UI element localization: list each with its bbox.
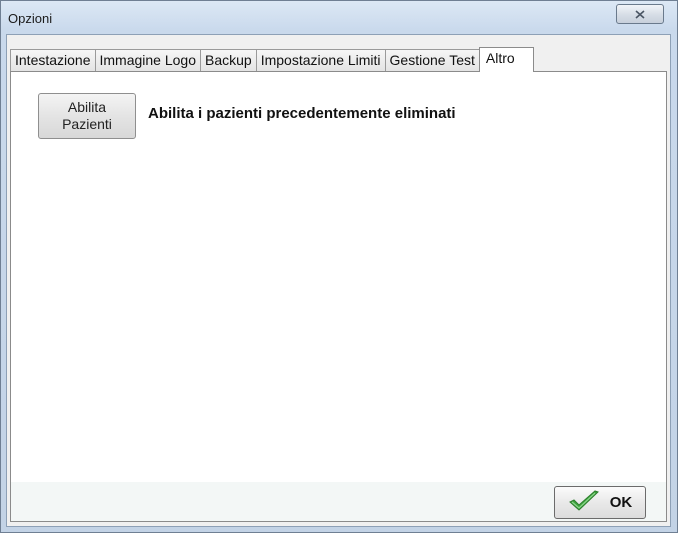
tab-impostazione-limiti[interactable]: Impostazione Limiti: [255, 49, 386, 71]
tab-panel-altro: Abilita Pazienti Abilita i pazienti prec…: [10, 71, 667, 522]
tab-gestione-test[interactable]: Gestione Test: [384, 49, 480, 71]
button-footer: OK: [11, 482, 666, 521]
close-button[interactable]: [616, 4, 664, 24]
options-window: Opzioni Intestazione Immagine Logo Backu…: [0, 0, 678, 533]
enable-button-line2: Pazienti: [62, 116, 112, 132]
dialog-body: Intestazione Immagine Logo Backup Impost…: [6, 34, 671, 527]
tab-strip: Intestazione Immagine Logo Backup Impost…: [10, 47, 534, 72]
tab-backup[interactable]: Backup: [200, 49, 257, 71]
enable-patients-description: Abilita i pazienti precedentemente elimi…: [148, 105, 456, 122]
window-title: Opzioni: [8, 11, 53, 26]
ok-label: OK: [609, 494, 633, 511]
close-icon: [635, 9, 645, 19]
tab-immagine-logo[interactable]: Immagine Logo: [94, 49, 202, 71]
ok-button[interactable]: OK: [554, 486, 646, 519]
tab-altro[interactable]: Altro: [478, 47, 534, 72]
checkmark-icon: [568, 489, 600, 517]
title-bar[interactable]: Opzioni: [1, 1, 677, 35]
enable-button-line1: Abilita: [67, 99, 107, 115]
tab-intestazione[interactable]: Intestazione: [10, 49, 96, 71]
enable-patients-button[interactable]: Abilita Pazienti: [38, 93, 136, 139]
